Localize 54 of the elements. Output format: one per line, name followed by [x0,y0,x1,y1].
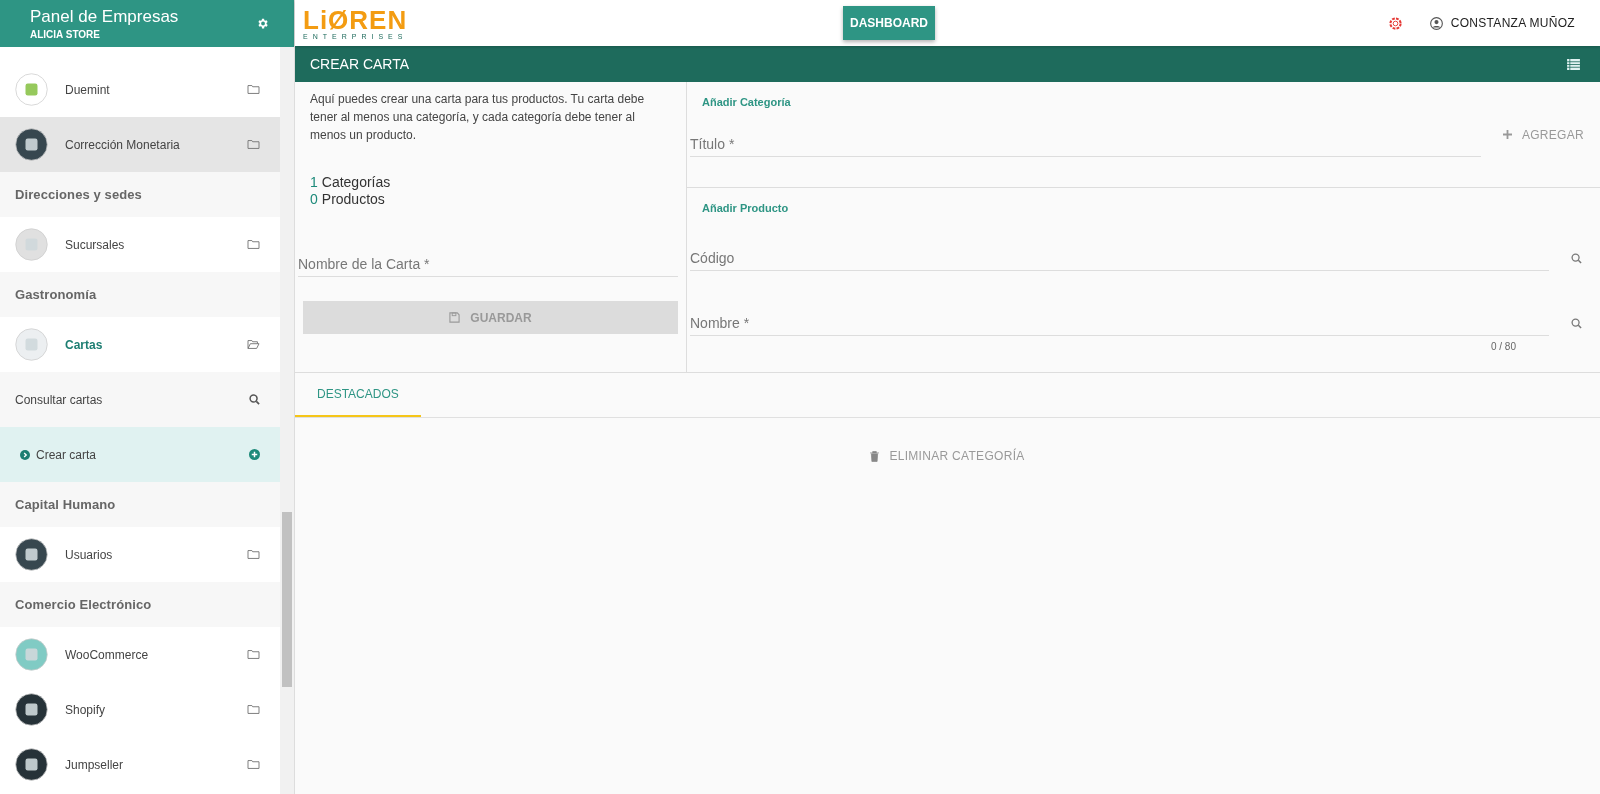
folder-icon [247,759,260,770]
section-heading: Comercio Electrónico [0,582,280,627]
folder-icon [247,649,260,660]
section-heading: Direcciones y sedes [0,172,280,217]
user-name[interactable]: CONSTANZA MUÑOZ [1450,16,1575,30]
count-label: Productos [321,191,385,207]
scrollbar[interactable] [280,47,294,794]
page-title: CREAR CARTA [310,56,410,72]
app-logo-icon [15,73,48,106]
app-logo-icon [15,638,48,671]
section-heading: Añadir Producto [702,202,790,214]
folder-icon [247,139,260,150]
trash-icon [870,450,880,462]
app-logo-icon [15,538,48,571]
folder-icon [247,239,260,250]
code-field[interactable]: Código [690,246,1549,271]
plus-icon [1502,130,1512,139]
count-label: Categorías [321,174,391,190]
list-icon[interactable] [1567,58,1580,70]
section-heading: Gastronomía [0,272,280,317]
dashboard-button[interactable]: DASHBOARD [843,6,935,40]
add-circle-icon [249,449,260,460]
sidebar-item[interactable]: Corrección Monetaria [0,117,280,172]
floppy-icon [449,312,461,323]
search-icon [249,394,260,405]
product-name-field[interactable]: Nombre * [690,311,1549,336]
app-logo-icon [15,693,48,726]
menu-name-field[interactable]: Nombre de la Carta * [298,252,678,277]
user-avatar-icon [1429,16,1443,30]
settings-icon[interactable] [256,17,269,30]
character-counter: 0 / 80 [1490,341,1516,352]
panel-title: Panel de Empresas [30,7,179,27]
app-logo-icon [15,328,48,361]
count-value: 1 [310,174,318,190]
title-field[interactable]: Título * [690,132,1481,157]
tab[interactable]: DESTACADOS [295,373,421,417]
folder-icon [247,704,260,715]
lifebuoy-icon[interactable] [1388,16,1402,30]
submenu-item[interactable]: Consultar cartas [0,372,280,427]
app-logo-icon [15,228,48,261]
chevron-circle-icon [20,449,30,460]
app-logo-icon [15,748,48,781]
search-icon[interactable] [1571,318,1582,329]
section-heading: Añadir Categoría [702,96,792,108]
submenu-item[interactable]: Crear carta [0,427,280,482]
folder-icon [247,84,260,95]
search-icon[interactable] [1571,253,1582,264]
app-logo-icon [15,128,48,161]
intro-text: Aquí puedes crear una carta para tus productos. Tu carta debe tener al menos una categoría, y cada categoría debe tener al menos un producto. [310,91,646,144]
open-folder-icon [247,339,260,350]
count-value: 0 [310,191,318,207]
store-name: ALICIA STORE [30,29,101,40]
section-heading: Capital Humano [0,482,280,527]
folder-icon [247,549,260,560]
